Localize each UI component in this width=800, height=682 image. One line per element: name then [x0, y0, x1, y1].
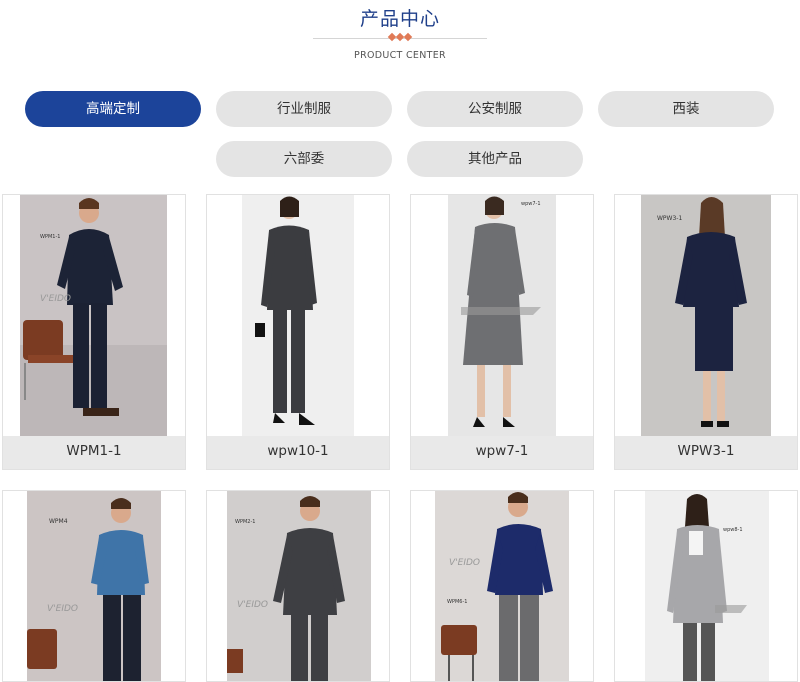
- product-card[interactable]: WPW3-1 WPW3-1: [614, 194, 798, 470]
- diamond-dots-icon: [0, 32, 800, 43]
- tab-hangye-zhifu[interactable]: 行业制服: [216, 91, 392, 127]
- svg-text:WPM4: WPM4: [49, 518, 68, 525]
- svg-text:V'EIDO: V'EIDO: [47, 604, 78, 614]
- product-name[interactable]: wpw7-1: [411, 436, 593, 469]
- product-photo: WPM4 V'EIDO: [3, 491, 185, 681]
- product-card[interactable]: wpw10-1: [206, 194, 390, 470]
- product-name[interactable]: WPW3-1: [615, 436, 797, 469]
- tab-gongan-zhifu[interactable]: 公安制服: [407, 91, 583, 127]
- tab-xizhuang[interactable]: 西装: [598, 91, 774, 127]
- section-header: 产品中心 PRODUCT CENTER: [0, 0, 800, 70]
- product-card[interactable]: V'EIDO WPM6-1: [410, 490, 594, 682]
- product-photo: WPM1-1 V'EIDO: [3, 195, 185, 436]
- product-name[interactable]: wpw10-1: [207, 436, 389, 469]
- product-name[interactable]: WPM1-1: [3, 436, 185, 469]
- product-photo: V'EIDO WPM6-1: [411, 491, 593, 681]
- svg-text:V'EIDO: V'EIDO: [40, 294, 71, 304]
- section-subtitle: PRODUCT CENTER: [354, 50, 446, 61]
- product-card[interactable]: WPM4 V'EIDO: [2, 490, 186, 682]
- svg-text:WPM6-1: WPM6-1: [447, 599, 467, 605]
- svg-text:WPM2-1: WPM2-1: [235, 519, 255, 525]
- product-card[interactable]: wpw8-1: [614, 490, 798, 682]
- svg-text:V'EIDO: V'EIDO: [237, 600, 268, 610]
- tab-liubuwei[interactable]: 六部委: [216, 141, 392, 177]
- product-photo: wpw7-1: [411, 195, 593, 436]
- svg-text:V'EIDO: V'EIDO: [449, 558, 480, 568]
- product-photo: [207, 195, 389, 436]
- svg-text:wpw7-1: wpw7-1: [521, 201, 541, 207]
- section-title: 产品中心: [359, 8, 440, 30]
- svg-text:WPW3-1: WPW3-1: [657, 215, 682, 222]
- product-photo: WPM2-1 V'EIDO: [207, 491, 389, 681]
- svg-text:WPM1-1: WPM1-1: [40, 234, 60, 240]
- product-card[interactable]: WPM2-1 V'EIDO: [206, 490, 390, 682]
- product-card[interactable]: WPM1-1 V'EIDO WPM1-1: [2, 194, 186, 470]
- svg-text:wpw8-1: wpw8-1: [723, 527, 743, 533]
- product-photo: WPW3-1: [615, 195, 797, 436]
- tab-gaoduan-dingzhi[interactable]: 高端定制: [25, 91, 201, 127]
- tab-qita-chanpin[interactable]: 其他产品: [407, 141, 583, 177]
- product-photo: wpw8-1: [615, 491, 797, 681]
- product-card[interactable]: wpw7-1 wpw7-1: [410, 194, 594, 470]
